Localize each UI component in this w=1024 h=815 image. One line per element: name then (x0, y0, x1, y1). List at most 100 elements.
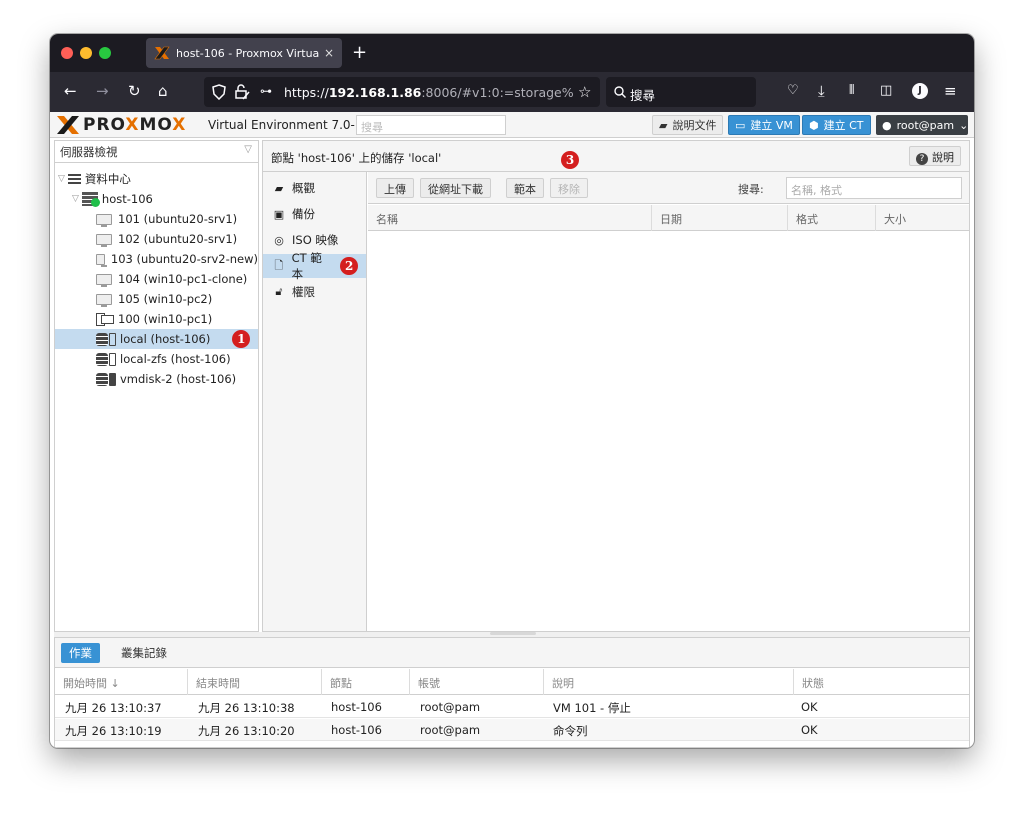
tree-item-storage-local[interactable]: local (host-106) 1 (55, 329, 258, 349)
sidebar-icon[interactable]: ◫ (880, 82, 892, 100)
url-prefix: https:// (284, 85, 329, 100)
reload-icon[interactable]: ↻ (128, 82, 141, 100)
cell-user: root@pam (420, 700, 481, 714)
subnav-label: ISO 映像 (292, 233, 339, 247)
forward-icon[interactable]: → (96, 82, 109, 100)
column-format[interactable]: 格式 (788, 205, 876, 231)
vm-stopped-icon (96, 213, 112, 227)
menu-icon[interactable]: ≡ (944, 82, 957, 100)
bookmark-star-icon[interactable]: ☆ (578, 83, 591, 101)
tree-item-vm-101[interactable]: 101 (ubuntu20-srv1) (55, 209, 258, 229)
user-menu-button[interactable]: ● root@pam ⌄ (876, 115, 968, 135)
key-icon[interactable]: ⊶ (260, 84, 272, 98)
library-icon[interactable]: ⫴ (849, 82, 854, 100)
task-log-panel: 作業 叢集記錄 開始時間 ↓ 結束時間 節點 帳號 說明 狀態 九月 26 13… (54, 637, 970, 748)
templates-button[interactable]: 範本 (506, 178, 544, 198)
create-vm-label: 建立 VM (750, 119, 793, 132)
subnav-ct-templates[interactable]: 🗋 CT 範本 2 (263, 251, 366, 281)
cell-end-time: 九月 26 13:10:20 (198, 724, 295, 738)
url-path: :8006/#v1:0:=storage%2Fhost (421, 85, 574, 100)
user-icon: ● (882, 118, 892, 132)
collapse-icon[interactable]: ▽ (58, 174, 65, 184)
subnav-iso-images[interactable]: ◎ ISO 映像 (263, 228, 366, 252)
tree-item-vm-105[interactable]: 105 (win10-pc2) (55, 289, 258, 309)
remove-button[interactable]: 移除 (550, 178, 588, 198)
url-bar[interactable]: ⊶ https://192.168.1.86:8006/#v1:0:=stora… (204, 77, 600, 107)
panel-title-bar: 節點 'host-106' 上的儲存 'local' ? 說明 (263, 141, 969, 172)
tree-item-host[interactable]: ▽ host-106 (55, 189, 258, 209)
column-end-time[interactable]: 結束時間 (188, 669, 322, 695)
view-selector[interactable]: 伺服器檢視 ▽ (55, 141, 258, 163)
column-user[interactable]: 帳號 (410, 669, 544, 695)
search-bar[interactable]: 搜尋 (606, 77, 756, 107)
documentation-button[interactable]: ▰ 說明文件 (652, 115, 724, 135)
browser-tab[interactable]: host-106 - Proxmox Virtual Envi × (146, 38, 342, 68)
column-start-time[interactable]: 開始時間 ↓ (55, 669, 188, 695)
account-avatar-icon[interactable]: J (912, 83, 928, 99)
column-name[interactable]: 名稱 (368, 205, 652, 231)
step-badge-3: 3 (561, 151, 579, 169)
url-text[interactable]: https://192.168.1.86:8006/#v1:0:=storage… (284, 85, 574, 100)
create-ct-label: 建立 CT (823, 119, 864, 132)
content-search-input[interactable]: 名稱, 格式 (786, 177, 962, 199)
help-button[interactable]: ? 說明 (909, 146, 961, 166)
monitor-icon: ▭ (735, 118, 746, 132)
tab-close-icon[interactable]: × (324, 46, 334, 60)
subnav-permissions[interactable]: 🔓︎ 權限 (263, 280, 366, 304)
shield-icon[interactable] (212, 84, 226, 100)
cell-node: host-106 (331, 700, 382, 714)
upload-button[interactable]: 上傳 (376, 178, 414, 198)
close-window-button[interactable] (61, 47, 73, 59)
new-tab-button[interactable]: + (352, 42, 367, 63)
create-vm-button[interactable]: ▭ 建立 VM (728, 115, 800, 135)
column-node[interactable]: 節點 (322, 669, 410, 695)
pocket-icon[interactable]: ♡ (787, 82, 799, 100)
minimize-window-button[interactable] (80, 47, 92, 59)
tree-item-label: 101 (ubuntu20-srv1) (118, 212, 238, 226)
subnav-backups[interactable]: ▣ 備份 (263, 202, 366, 226)
chevron-down-icon: ▽ (244, 144, 252, 155)
tree-item-template-100[interactable]: 100 (win10-pc1) (55, 309, 258, 329)
tree-item-storage-local-zfs[interactable]: local-zfs (host-106) (55, 349, 258, 369)
home-icon[interactable]: ⌂ (158, 82, 168, 100)
template-icon (96, 312, 114, 326)
tree-item-vm-104[interactable]: 104 (win10-pc1-clone) (55, 269, 258, 289)
tab-tasks[interactable]: 作業 (61, 643, 100, 663)
insecure-lock-icon[interactable] (234, 84, 250, 100)
tree-item-vm-102[interactable]: 102 (ubuntu20-srv1) (55, 229, 258, 249)
tree-item-storage-vmdisk-2[interactable]: vmdisk-2 (host-106) (55, 369, 258, 389)
cell-start-time: 九月 26 13:10:19 (65, 724, 162, 738)
column-status[interactable]: 狀態 (794, 669, 969, 695)
cell-node: host-106 (331, 723, 382, 737)
create-ct-button[interactable]: ⬢ 建立 CT (802, 115, 871, 135)
zoom-window-button[interactable] (99, 47, 111, 59)
column-date[interactable]: 日期 (652, 205, 788, 231)
resource-tree: 伺服器檢視 ▽ ▽ 資料中心 ▽ host-106 101 (ubuntu20-… (54, 140, 259, 632)
subnav-label: 概觀 (292, 181, 315, 195)
back-icon[interactable]: ← (64, 82, 77, 100)
tree-item-label: 102 (ubuntu20-srv1) (118, 232, 238, 246)
tree-item-label: 105 (win10-pc2) (118, 292, 213, 306)
navigation-bar: ← → ↻ ⌂ ⊶ https://192.168.1.86:8006/#v1:… (50, 72, 974, 112)
table-row[interactable]: 九月 26 13:10:19 九月 26 13:10:20 host-106 r… (55, 719, 969, 741)
toolbar-separator (490, 180, 491, 196)
table-row[interactable]: 九月 26 13:10:37 九月 26 13:10:38 host-106 r… (55, 696, 969, 718)
tree-item-datacenter[interactable]: ▽ 資料中心 (55, 169, 258, 189)
column-description[interactable]: 說明 (544, 669, 794, 695)
collapse-icon[interactable]: ▽ (72, 194, 79, 204)
download-from-url-button[interactable]: 從網址下載 (420, 178, 491, 198)
tree-item-vm-103[interactable]: 103 (ubuntu20-srv2-new) (55, 249, 258, 269)
splitter-grip[interactable] (490, 632, 536, 635)
file-cube-icon: 🗋 (274, 258, 284, 272)
storage-icon (96, 372, 108, 386)
subnav-label: 備份 (292, 207, 315, 221)
tab-cluster-log[interactable]: 叢集記錄 (113, 643, 175, 663)
datacenter-icon (67, 173, 81, 185)
column-size[interactable]: 大小 (876, 205, 969, 231)
pve-header: PROXMOX Virtual Environment 7.0-11 搜尋 ▰ 說… (50, 112, 974, 138)
tree-item-label: 資料中心 (84, 172, 131, 186)
downloads-icon[interactable]: ⤓ (818, 82, 825, 100)
header-search-input[interactable]: 搜尋 (356, 115, 506, 135)
tree-item-label: vmdisk-2 (host-106) (120, 372, 237, 386)
subnav-summary[interactable]: ▰ 概觀 (263, 176, 366, 200)
